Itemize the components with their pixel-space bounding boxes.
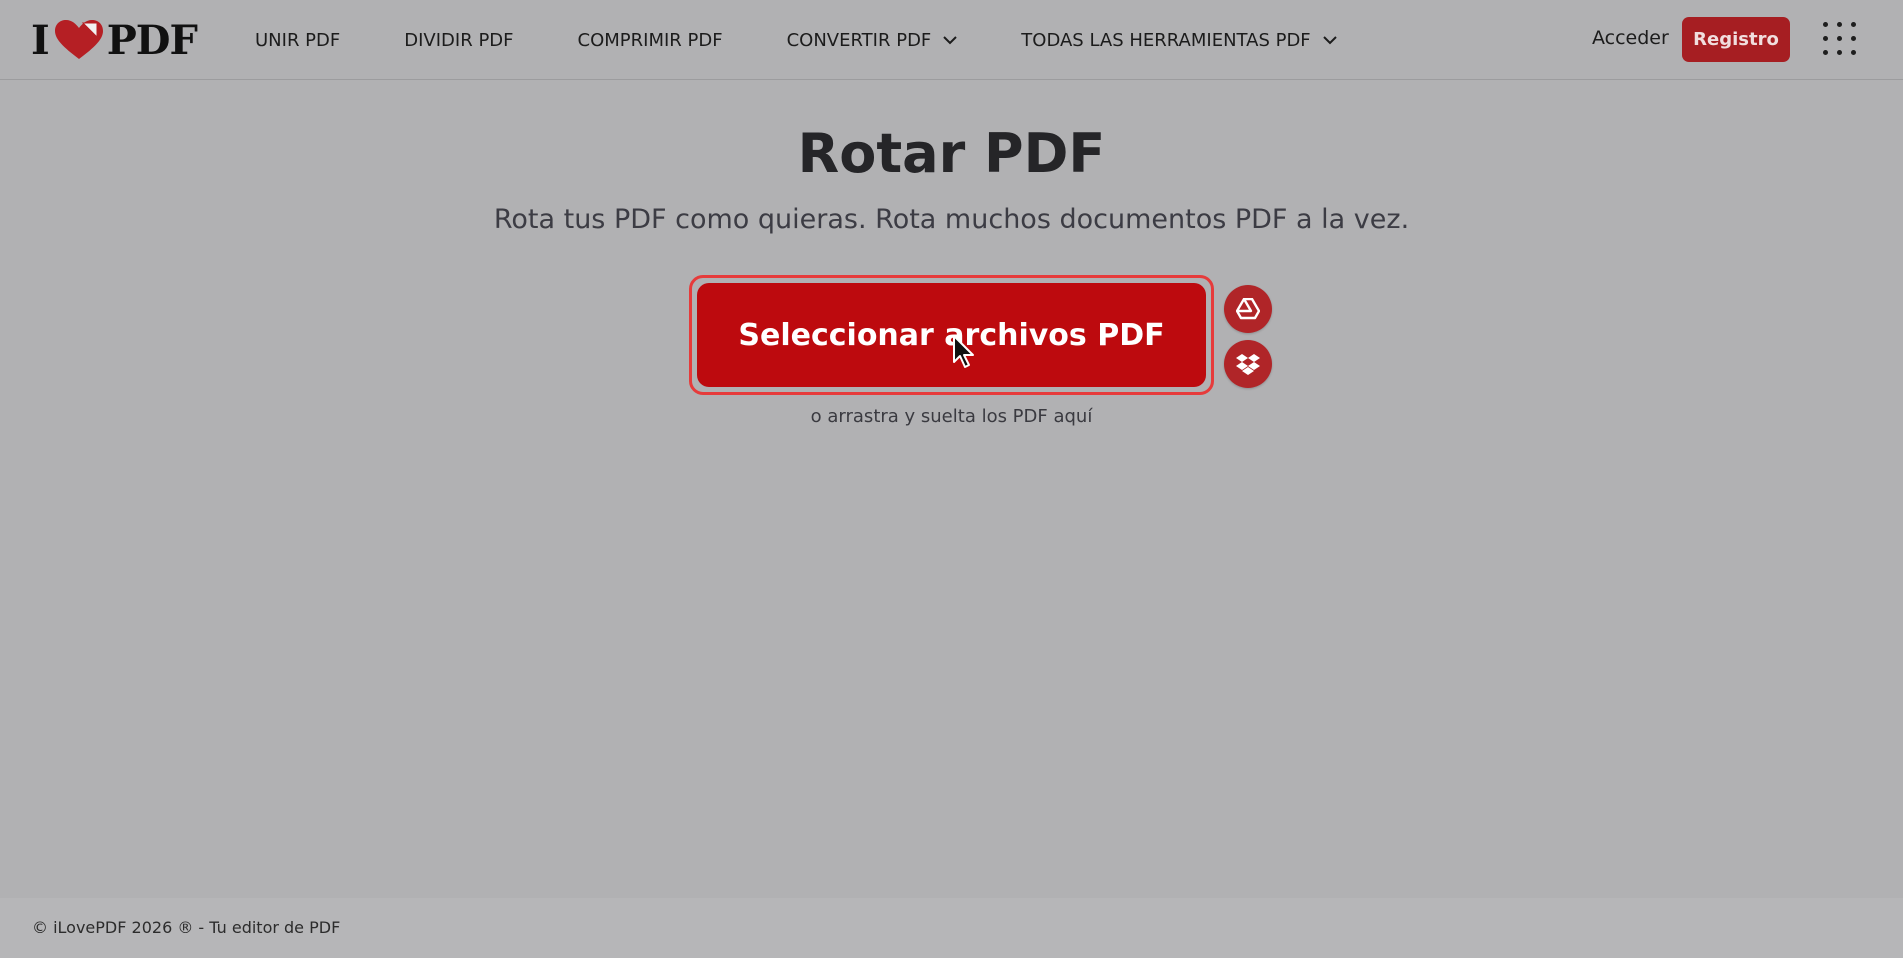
apps-grid-icon[interactable] [1823,22,1857,56]
google-drive-icon [1236,298,1260,320]
ilovepdf-logo[interactable]: I PDF [31,16,198,64]
nav-todas-herramientas[interactable]: TODAS LAS HERRAMIENTAS PDF [1021,29,1337,51]
nav-comprimir-pdf[interactable]: COMPRIMIR PDF [578,30,723,51]
nav-label: COMPRIMIR PDF [577,29,723,51]
page-title: Rotar PDF [797,122,1106,185]
logo-text-i: I [31,16,50,64]
chevron-down-icon [1322,35,1337,44]
nav-convertir-pdf[interactable]: CONVERTIR PDF [787,30,958,51]
nav-label: DIVIDIR PDF [404,29,514,51]
dropbox-button[interactable] [1224,340,1272,388]
google-drive-button[interactable] [1224,285,1272,333]
heart-icon [54,20,103,59]
page-subtitle: Rota tus PDF como quieras. Rota muchos d… [493,204,1410,235]
nav-label: TODAS LAS HERRAMIENTAS PDF [1021,29,1311,51]
register-button[interactable]: Registro [1682,17,1790,62]
nav-label: CONVERTIR PDF [786,29,932,51]
logo-text-pdf: PDF [106,16,198,64]
mouse-cursor-icon [953,335,974,368]
main-nav: UNIR PDF DIVIDIR PDF COMPRIMIR PDF CONVE… [255,0,1337,80]
chevron-down-icon [943,35,957,44]
drag-drop-hint: o arrastra y suelta los PDF aquí [810,406,1093,427]
dropbox-icon [1236,354,1260,375]
nav-unir-pdf[interactable]: UNIR PDF [255,30,340,51]
login-link[interactable]: Acceder [1592,27,1669,49]
footer-copyright: © iLovePDF 2026 ® - Tu editor de PDF [32,918,341,937]
nav-dividir-pdf[interactable]: DIVIDIR PDF [404,30,513,51]
nav-label: UNIR PDF [255,29,341,51]
top-navbar: I PDF UNIR PDF DIVIDIR PDF COMPRIMIR PDF… [0,0,1903,80]
